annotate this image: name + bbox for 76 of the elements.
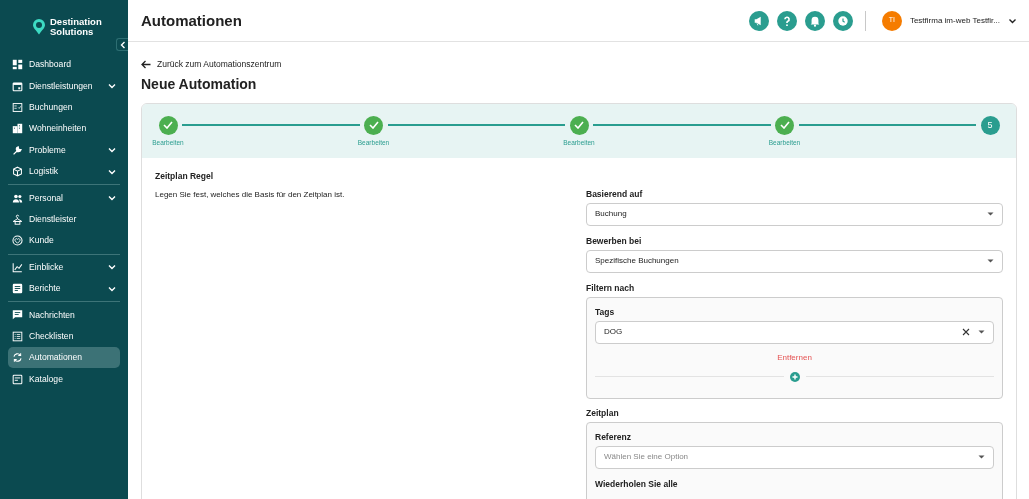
chart-icon: [12, 261, 23, 273]
field-label: Filtern nach: [586, 281, 636, 294]
sidebar-item[interactable]: Berichte: [8, 277, 120, 300]
sidebar-item[interactable]: Dienstleistungen: [8, 75, 120, 97]
caret-down-icon: [987, 212, 994, 217]
step-circle[interactable]: [364, 115, 383, 135]
sidebar-item[interactable]: Wohneinheiten: [8, 118, 120, 140]
remove-button[interactable]: Entfernen: [777, 351, 812, 364]
field-label: Wiederholen Sie alle: [595, 477, 679, 490]
notifications-button[interactable]: [804, 10, 825, 31]
sidebar-item[interactable]: Kunde: [8, 230, 120, 252]
wrench-icon: [12, 144, 23, 156]
field-label: Basierend auf: [586, 187, 644, 200]
checklist-icon: [12, 101, 23, 113]
dashboard-icon: [12, 59, 23, 71]
sidebar-item[interactable]: Einblicke: [8, 256, 120, 278]
select-field[interactable]: Buchung: [586, 202, 1003, 226]
refresh-icon: [12, 352, 23, 364]
field-label: Zeitplan: [586, 406, 620, 419]
caret-down-icon: [987, 259, 994, 264]
sidebar-item[interactable]: Logistik: [8, 160, 120, 183]
step-circle[interactable]: [158, 115, 178, 135]
sidebar-item[interactable]: Buchungen: [8, 96, 120, 119]
chevron-down-icon: [1008, 17, 1017, 24]
message-icon: [12, 309, 23, 321]
collapse-button[interactable]: [116, 38, 128, 51]
logo-text: Solutions: [50, 26, 95, 36]
report-icon: [12, 283, 23, 295]
catalog-icon: [12, 373, 23, 385]
heart-icon: [12, 235, 23, 247]
calendar-icon: [12, 80, 23, 92]
reference-select[interactable]: Wählen Sie eine Option: [595, 445, 994, 469]
plus-icon: [789, 371, 800, 382]
check-icon: [163, 121, 173, 130]
building-icon: [12, 123, 23, 135]
help-button[interactable]: [776, 10, 797, 31]
sidebar-item[interactable]: Dashboard: [8, 54, 120, 76]
tags-field[interactable]: DOG: [595, 320, 994, 344]
check-icon: [574, 121, 584, 130]
sidebar-item[interactable]: Checklisten: [8, 325, 120, 348]
clear-icon: [962, 328, 970, 337]
check-icon: [779, 121, 790, 130]
field-label: Tags: [595, 305, 616, 318]
history-button[interactable]: [832, 10, 853, 31]
cube-icon: [12, 166, 23, 178]
people-icon: [12, 192, 23, 204]
add-filter-button[interactable]: [789, 371, 800, 382]
sidebar-item[interactable]: Automationen: [8, 347, 120, 369]
step-circle[interactable]: [775, 115, 794, 135]
logo-text: Destination: [50, 17, 102, 27]
list-icon: [12, 330, 23, 342]
clock-icon: [836, 14, 849, 27]
sidebar-item[interactable]: Nachrichten: [8, 304, 120, 326]
section-title: Zeitplan Regel: [155, 169, 215, 183]
field-label: Bewerben bei: [586, 234, 643, 247]
step-circle[interactable]: [569, 115, 589, 135]
select-field[interactable]: Spezifische Buchungen: [586, 249, 1003, 273]
user-name: Testfirma im-web Testfir...: [909, 14, 1000, 27]
logo-icon: [32, 18, 46, 35]
chevron-left-icon: [119, 40, 126, 49]
hanger-icon: [12, 213, 23, 225]
announcements-button[interactable]: [748, 10, 769, 31]
caret-down-icon: [978, 455, 985, 460]
field-label: Referenz: [595, 430, 632, 443]
page-header-title: Automationen: [141, 11, 242, 30]
section-description: Legen Sie fest, welches die Basis für den Zeitplan ist.: [155, 188, 346, 201]
page-title: Neue Automation: [141, 76, 258, 93]
sidebar-item[interactable]: Probleme: [8, 139, 120, 161]
sidebar-item[interactable]: Dienstleister: [8, 208, 120, 231]
caret-down-icon: [978, 330, 985, 335]
back-link[interactable]: Zurück zum Automationszentrum: [141, 58, 282, 71]
sidebar-item[interactable]: Personal: [8, 187, 120, 209]
arrow-left-icon: [141, 60, 151, 69]
check-icon: [368, 121, 379, 130]
sidebar-item[interactable]: Kataloge: [8, 368, 120, 390]
help-icon: [781, 14, 792, 27]
